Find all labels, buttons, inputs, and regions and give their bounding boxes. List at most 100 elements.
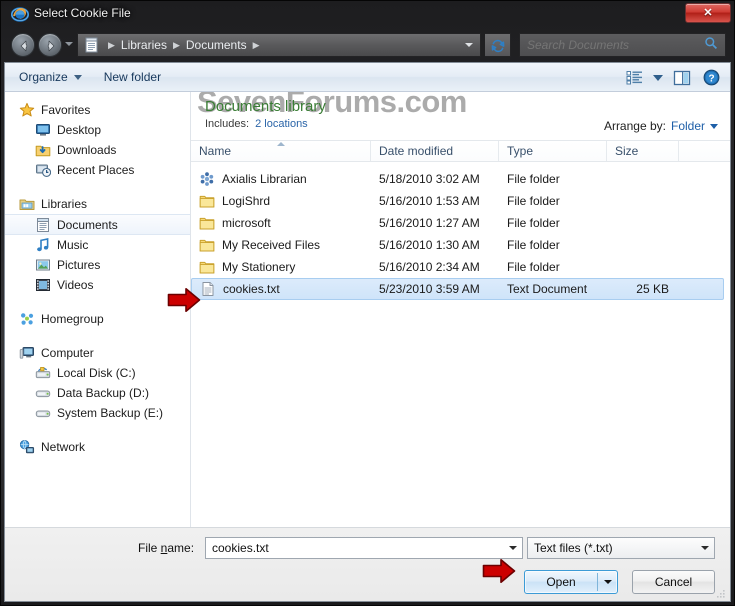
file-name-dropdown-icon[interactable]	[505, 538, 522, 558]
chevron-down-icon	[653, 74, 663, 81]
arrange-by-control[interactable]: Arrange by: Folder	[604, 119, 718, 133]
file-name-label: File name:	[138, 541, 194, 555]
sidebar-item-videos[interactable]: Videos	[5, 275, 190, 295]
sidebar-label: Local Disk (C:)	[57, 366, 136, 380]
chevron-down-icon[interactable]	[710, 123, 718, 129]
sidebar-item-local-disk-c[interactable]: Local Disk (C:)	[5, 363, 190, 383]
open-dropdown-icon[interactable]	[598, 571, 617, 593]
resize-grip-icon[interactable]	[715, 587, 727, 599]
sidebar-item-documents[interactable]: Documents	[5, 214, 190, 235]
sidebar-item-homegroup[interactable]: Homegroup	[5, 309, 190, 329]
sidebar-label: Computer	[41, 346, 94, 360]
locations-link[interactable]: 2 locations	[255, 118, 308, 130]
breadcrumb-dropdown-icon[interactable]	[460, 35, 478, 55]
window-title: Select Cookie File	[34, 6, 131, 20]
file-size: 25 KB	[636, 282, 669, 296]
help-button[interactable]: ?	[698, 67, 724, 89]
videos-library-icon	[35, 277, 51, 293]
close-button[interactable]	[685, 3, 731, 23]
recent-pages-dropdown-icon[interactable]	[65, 42, 73, 46]
includes-label: Includes:	[205, 118, 250, 130]
column-label: Name	[199, 144, 232, 158]
organize-button[interactable]: Organize	[11, 67, 90, 87]
sidebar-item-music[interactable]: Music	[5, 235, 190, 255]
open-button[interactable]: Open	[524, 570, 618, 594]
file-date: 5/16/2010 1:53 AM	[379, 194, 480, 208]
table-row[interactable]: My Received Files 5/16/2010 1:30 AM File…	[191, 234, 730, 256]
sidebar-item-computer[interactable]: Computer	[5, 343, 190, 363]
column-header-name[interactable]: Name	[191, 141, 371, 161]
new-folder-button[interactable]: New folder	[96, 67, 169, 87]
search-input[interactable]	[520, 38, 704, 52]
downloads-folder-icon	[35, 142, 51, 158]
table-row[interactable]: My Stationery 5/16/2010 2:34 AM File fol…	[191, 256, 730, 278]
back-button[interactable]	[11, 33, 35, 57]
file-type: File folder	[507, 216, 560, 230]
forward-button[interactable]	[38, 33, 62, 57]
pictures-library-icon	[35, 257, 51, 273]
file-name-input[interactable]	[206, 541, 505, 555]
breadcrumb-separator-icon: ▶	[252, 39, 260, 50]
sidebar-item-libraries[interactable]: Libraries	[5, 194, 190, 214]
view-list-icon	[626, 71, 642, 85]
file-type-filter-combo[interactable]: Text files (*.txt)	[527, 537, 715, 559]
table-row[interactable]: Axialis Librarian 5/18/2010 3:02 AM File…	[191, 168, 730, 190]
chevron-down-icon[interactable]	[697, 538, 714, 558]
cancel-button-label: Cancel	[654, 575, 693, 589]
sidebar-label: Downloads	[57, 143, 117, 157]
command-bar-right-group: ?	[621, 63, 724, 92]
arrange-by-value[interactable]: Folder	[671, 119, 705, 133]
column-header-type[interactable]: Type	[499, 141, 607, 161]
sidebar-item-data-backup-d[interactable]: Data Backup (D:)	[5, 383, 190, 403]
sidebar-label: Documents	[57, 217, 118, 232]
sidebar-item-downloads[interactable]: Downloads	[5, 140, 190, 160]
file-name: My Stationery	[222, 260, 296, 274]
breadcrumb-bar[interactable]: ▶ Libraries ▶ Documents ▶	[77, 33, 481, 57]
refresh-button[interactable]	[485, 33, 511, 57]
sidebar-label: Pictures	[57, 258, 101, 272]
table-row[interactable]: cookies.txt 5/23/2010 3:59 AM Text Docum…	[191, 278, 724, 300]
folder-icon	[199, 193, 215, 209]
file-name-field[interactable]	[205, 537, 523, 559]
library-title: Documents library	[205, 98, 326, 115]
sidebar-item-recent-places[interactable]: Recent Places	[5, 160, 190, 180]
change-view-button[interactable]	[621, 67, 647, 89]
sidebar-label: Desktop	[57, 123, 102, 137]
forward-arrow-icon	[47, 40, 55, 52]
arrange-by-label: Arrange by:	[603, 119, 666, 133]
table-row[interactable]: microsoft 5/16/2010 1:27 AM File folder	[191, 212, 730, 234]
file-name-label-pre: File	[138, 541, 161, 555]
sidebar-label: Music	[57, 238, 89, 252]
new-folder-label: New folder	[103, 70, 162, 84]
sidebar-label: Recent Places	[57, 163, 135, 177]
column-header-size[interactable]: Size	[607, 141, 679, 161]
breadcrumb-item-documents[interactable]: Documents	[186, 38, 247, 52]
column-header-filler	[679, 141, 730, 161]
file-date: 5/16/2010 2:34 AM	[379, 260, 480, 274]
change-view-dropdown[interactable]	[650, 67, 666, 89]
file-name: My Received Files	[222, 238, 321, 252]
breadcrumb-item-libraries[interactable]: Libraries	[121, 38, 167, 52]
table-row[interactable]: LogiShrd 5/16/2010 1:53 AM File folder	[191, 190, 730, 212]
column-header-date-modified[interactable]: Date modified	[371, 141, 499, 161]
address-bar: ▶ Libraries ▶ Documents ▶	[1, 28, 734, 62]
column-label: Type	[507, 144, 534, 158]
preview-pane-button[interactable]	[669, 67, 695, 89]
sidebar-label: Videos	[57, 278, 94, 292]
sidebar-item-system-backup-e[interactable]: System Backup (E:)	[5, 403, 190, 423]
cancel-button[interactable]: Cancel	[632, 570, 715, 594]
file-list[interactable]: Axialis Librarian 5/18/2010 3:02 AM File…	[191, 162, 730, 300]
chevron-down-icon	[73, 74, 82, 80]
sidebar-item-network[interactable]: Network	[5, 437, 190, 457]
sidebar-item-pictures[interactable]: Pictures	[5, 255, 190, 275]
sidebar-item-desktop[interactable]: Desktop	[5, 120, 190, 140]
search-box[interactable]	[519, 33, 726, 57]
content-pane: SevenForums.com Documents library Includ…	[191, 92, 730, 527]
navigation-pane: Favorites Desktop Downloads Recent Place…	[5, 92, 191, 527]
dialog-client-area: Organize New folder ? Favorites Desktop …	[4, 62, 731, 602]
homegroup-icon	[19, 311, 35, 327]
dialog-body: Favorites Desktop Downloads Recent Place…	[5, 92, 730, 527]
sidebar-item-favorites[interactable]: Favorites	[5, 100, 190, 120]
